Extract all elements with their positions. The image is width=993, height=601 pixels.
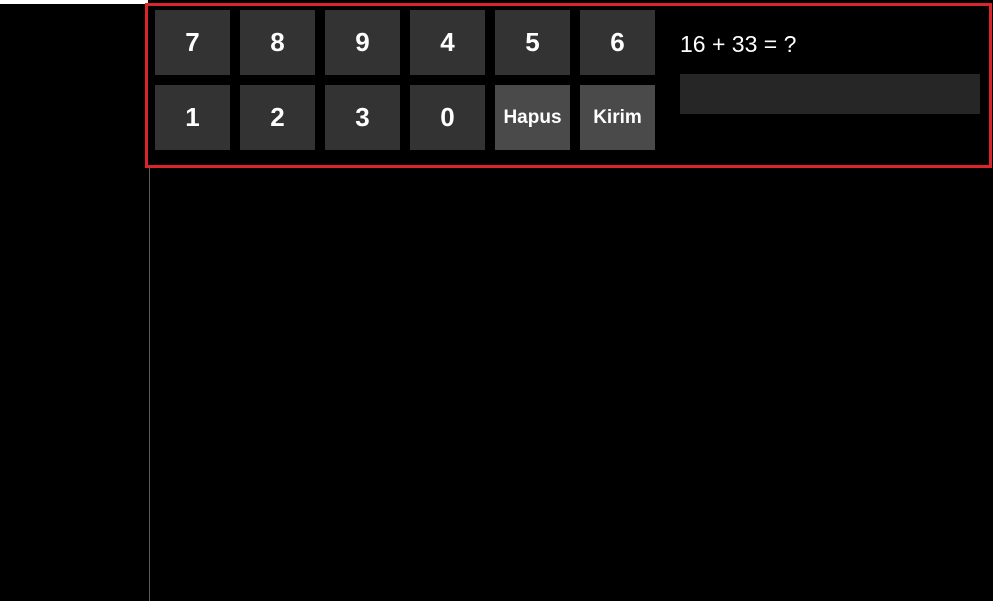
key-6[interactable]: 6 bbox=[580, 10, 655, 75]
answer-input[interactable] bbox=[680, 74, 980, 114]
captcha-panel: 7 8 9 4 5 6 1 2 3 0 Hapus Kirim 16 + 33 … bbox=[145, 3, 992, 168]
key-2[interactable]: 2 bbox=[240, 85, 315, 150]
key-5[interactable]: 5 bbox=[495, 10, 570, 75]
top-strip bbox=[0, 0, 148, 4]
key-8[interactable]: 8 bbox=[240, 10, 315, 75]
divider-line bbox=[149, 165, 150, 601]
page: 7 8 9 4 5 6 1 2 3 0 Hapus Kirim 16 + 33 … bbox=[0, 0, 993, 601]
key-0[interactable]: 0 bbox=[410, 85, 485, 150]
key-3[interactable]: 3 bbox=[325, 85, 400, 150]
key-7[interactable]: 7 bbox=[155, 10, 230, 75]
key-9[interactable]: 9 bbox=[325, 10, 400, 75]
numeric-keypad: 7 8 9 4 5 6 1 2 3 0 Hapus Kirim bbox=[155, 10, 665, 160]
key-1[interactable]: 1 bbox=[155, 85, 230, 150]
key-4[interactable]: 4 bbox=[410, 10, 485, 75]
captcha-question: 16 + 33 = ? bbox=[680, 31, 797, 57]
delete-button[interactable]: Hapus bbox=[495, 85, 570, 150]
submit-button[interactable]: Kirim bbox=[580, 85, 655, 150]
